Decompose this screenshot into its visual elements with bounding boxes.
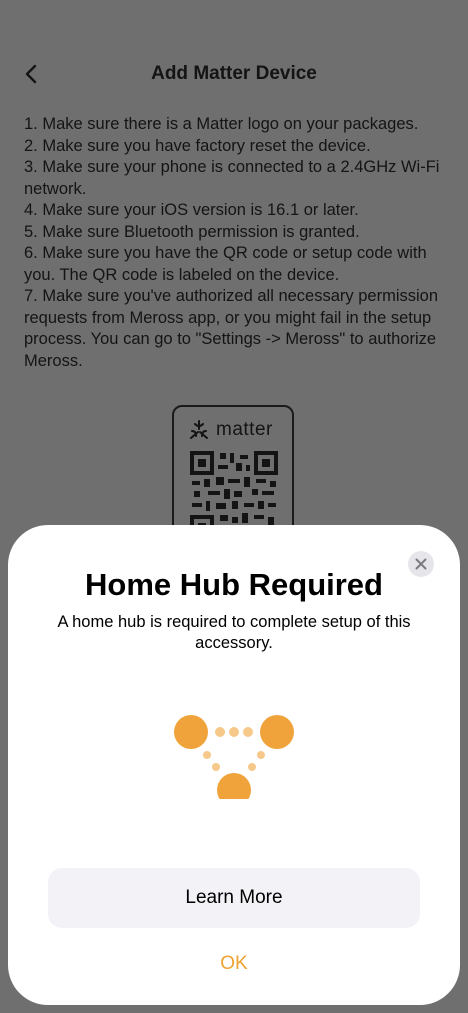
sheet-description: A home hub is required to complete setup… [57, 613, 411, 652]
instruction-item: 7. Make sure you've authorized all neces… [24, 287, 439, 370]
matter-logo-icon [190, 420, 208, 439]
home-hub-sheet: Home Hub Required A home hub is required… [8, 525, 460, 1005]
instructions-list: 1. Make sure there is a Matter logo on y… [24, 114, 454, 372]
home-hub-icon [174, 715, 294, 799]
learn-more-button[interactable]: Learn More [48, 868, 420, 928]
instruction-item: 2. Make sure you have factory reset the … [24, 136, 371, 155]
instruction-item: 5. Make sure Bluetooth permission is gra… [24, 222, 360, 241]
matter-logo: matter [188, 419, 273, 441]
ok-button[interactable]: OK [184, 947, 284, 981]
matter-brand-text: matter [216, 419, 273, 440]
instruction-item: 4. Make sure your iOS version is 16.1 or… [24, 201, 359, 219]
instruction-item: 3. Make sure your phone is connected to … [24, 158, 440, 198]
sheet-title: Home Hub Required [85, 567, 383, 602]
instruction-item: 1. Make sure there is a Matter logo on y… [24, 115, 419, 133]
page-title: Add Matter Device [151, 63, 317, 84]
instruction-item: 6. Make sure you have the QR code or set… [24, 244, 427, 284]
